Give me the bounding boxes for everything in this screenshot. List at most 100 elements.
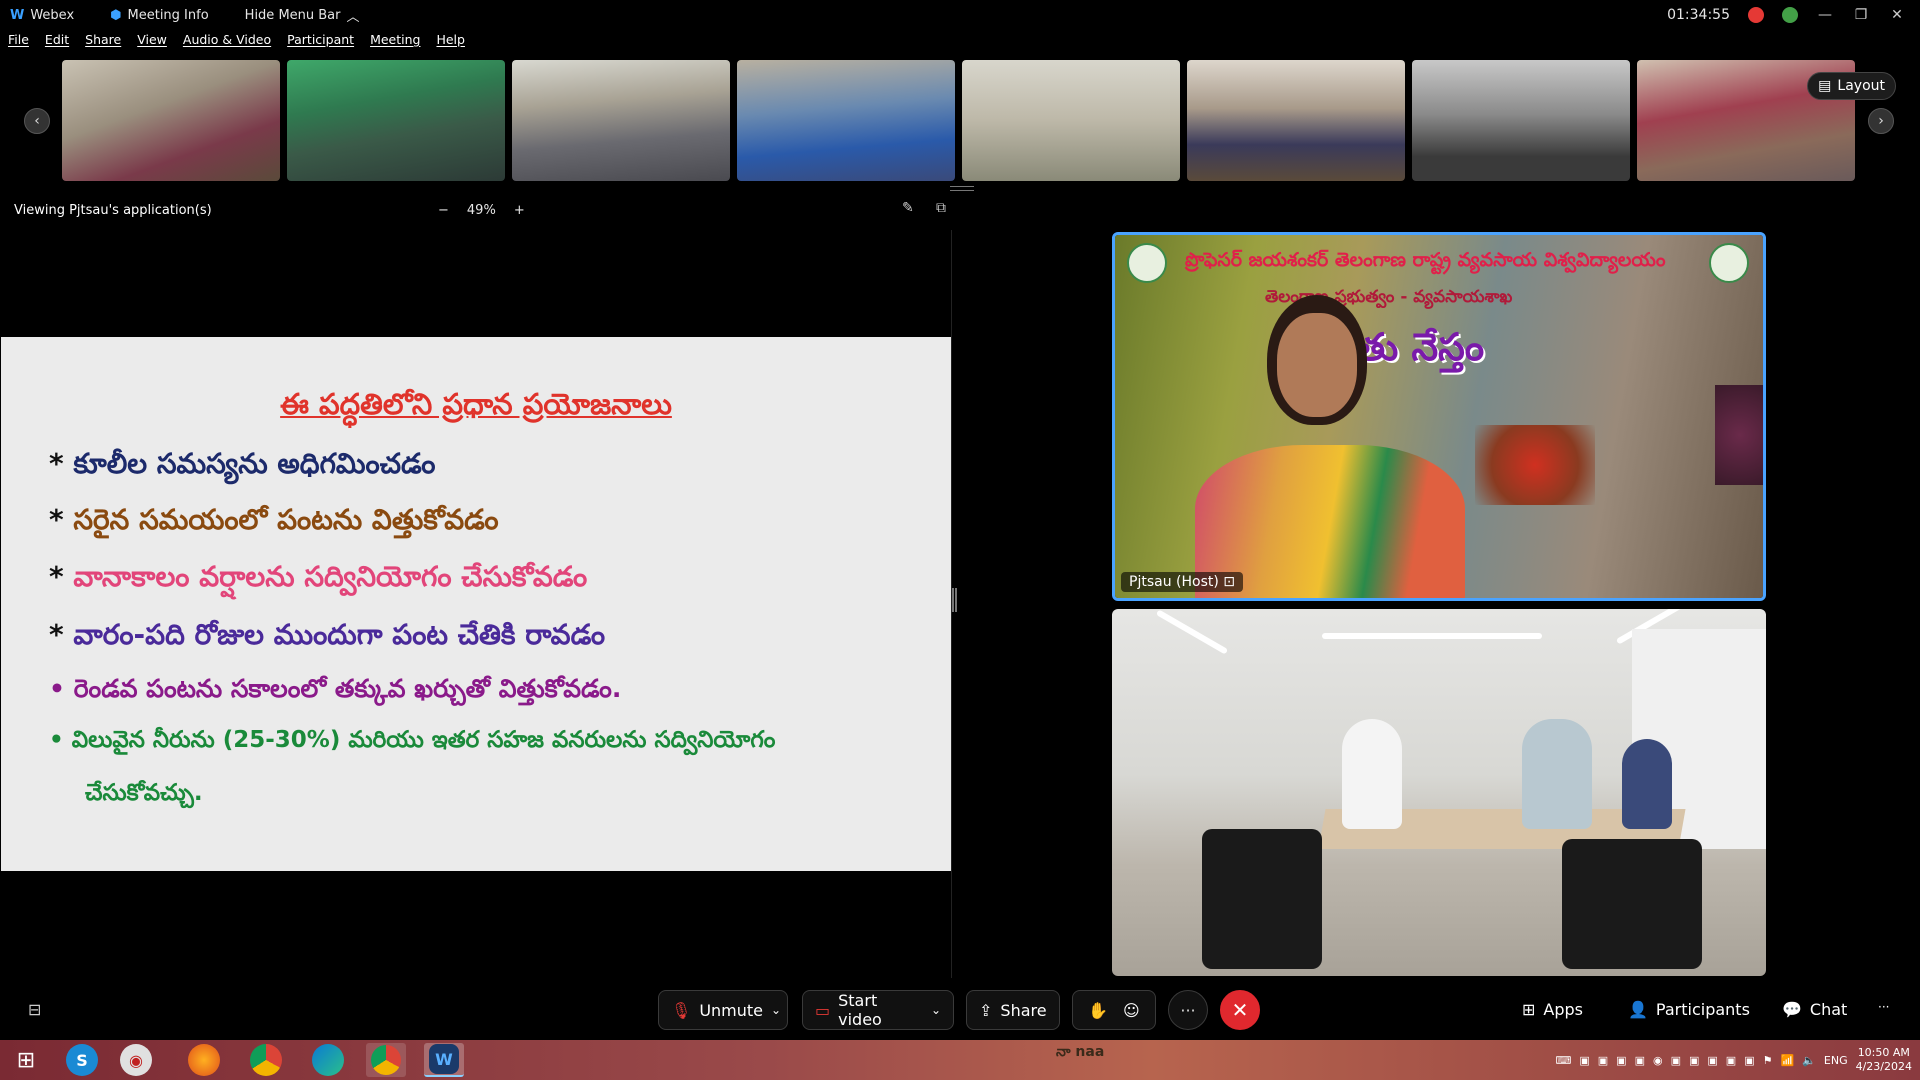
raise-hand-icon[interactable]: ✋: [1088, 1001, 1108, 1020]
meeting-info-button[interactable]: ⬢ Meeting Info: [110, 8, 209, 23]
restore-icon[interactable]: ❐: [1852, 7, 1870, 23]
person: [1622, 739, 1672, 829]
participant-thumbnail[interactable]: [512, 60, 730, 181]
zoom-out-button[interactable]: −: [438, 203, 449, 218]
zoom-controls: − 49% +: [438, 203, 525, 218]
decor: [1475, 425, 1595, 505]
speaker: [1195, 295, 1465, 598]
edge-icon[interactable]: [312, 1044, 344, 1076]
end-meeting-button[interactable]: ✕: [1220, 990, 1260, 1030]
webex-app[interactable]: W Webex: [10, 8, 74, 23]
tray-app-icon[interactable]: ▣: [1689, 1054, 1699, 1067]
network-icon[interactable]: 📶: [1780, 1054, 1794, 1067]
popout-icon[interactable]: ⧉: [936, 200, 946, 216]
menu-edit[interactable]: Edit: [45, 32, 69, 54]
chevron-up-icon: ︿: [346, 9, 360, 25]
reactions-group: ✋ ☺: [1072, 990, 1156, 1030]
windows-start-icon[interactable]: ⊞: [6, 1043, 46, 1077]
clock[interactable]: 10:50 AM 4/23/2024: [1856, 1046, 1912, 1074]
participant-thumbnail[interactable]: [62, 60, 280, 181]
minimize-icon[interactable]: —: [1816, 7, 1834, 23]
flag-icon[interactable]: ⚑: [1763, 1054, 1773, 1067]
shared-content-pane: ఈ పద్ధతిలోని ప్రధాన ప్రయోజనాలు * కూలీల స…: [0, 230, 952, 978]
menu-share[interactable]: Share: [85, 32, 121, 54]
strip-prev-button[interactable]: ‹: [24, 108, 50, 134]
slide-bullet: * వారం-పది రోజుల ముందుగా పంట చేతికి రావడ…: [49, 618, 606, 651]
chat-button[interactable]: 💬 Chat: [1782, 1000, 1847, 1019]
slide-bullet: * సరైన సమయంలో పంటను విత్తుకోవడం: [49, 503, 499, 536]
close-icon[interactable]: ✕: [1888, 7, 1906, 23]
firefox-icon[interactable]: [188, 1044, 220, 1076]
menu-audio-video[interactable]: Audio & Video: [183, 32, 271, 54]
slide-bullet: * వానాకాలం వర్షాలను సద్వినియోగం చేసుకోవడ…: [49, 560, 588, 593]
recording-icon[interactable]: [1748, 7, 1764, 23]
start-video-button[interactable]: ▭ Start video ⌄: [802, 990, 954, 1030]
room-video-tile[interactable]: [1112, 609, 1766, 976]
hide-menu-bar-button[interactable]: Hide Menu Bar ︿: [245, 6, 360, 25]
host-video-tile[interactable]: ప్రొఫెసర్ జయశంకర్ తెలంగాణ రాష్ట్ర వ్యవసా…: [1112, 232, 1766, 601]
reactions-icon[interactable]: ☺: [1123, 1001, 1140, 1020]
zoom-tray-icon[interactable]: ◉: [1653, 1054, 1663, 1067]
strip-next-button[interactable]: ›: [1868, 108, 1894, 134]
app-icon[interactable]: ◉: [120, 1044, 152, 1076]
more-options-button[interactable]: ···: [1168, 990, 1208, 1030]
apps-button[interactable]: ⊞ Apps: [1522, 1000, 1583, 1019]
participant-thumbnail[interactable]: [962, 60, 1180, 181]
menu-file[interactable]: File: [8, 32, 29, 54]
share-icon: ⇪: [979, 1000, 993, 1020]
tray-app-icon[interactable]: ▣: [1616, 1054, 1626, 1067]
screen-share-icon: ⊡: [1223, 574, 1236, 590]
participant-thumbnail-strip: ‹ ▤ Layout ›: [0, 58, 1920, 191]
mic-muted-icon: 🎙: [671, 1000, 692, 1020]
participant-thumbnail[interactable]: [1187, 60, 1405, 181]
government-logo-icon: [1709, 243, 1749, 283]
zoom-in-button[interactable]: +: [514, 203, 525, 218]
person: [1522, 719, 1592, 829]
viewing-label: Viewing Pjtsau's application(s): [14, 202, 212, 218]
tray-app-icon[interactable]: ▣: [1635, 1054, 1645, 1067]
tray-app-icon[interactable]: ▣: [1744, 1054, 1754, 1067]
captions-icon[interactable]: ⊟: [28, 1000, 41, 1019]
chevron-down-icon[interactable]: ⌄: [931, 1003, 941, 1017]
tray-app-icon[interactable]: ▣: [1579, 1054, 1589, 1067]
university-logo-icon: [1127, 243, 1167, 283]
title-bar: W Webex ⬢ Meeting Info Hide Menu Bar ︿ 0…: [0, 0, 1920, 30]
participant-thumbnail[interactable]: [737, 60, 955, 181]
menu-meeting[interactable]: Meeting: [370, 32, 420, 54]
decor: [1715, 385, 1763, 485]
skype-icon[interactable]: S: [66, 1044, 98, 1076]
share-button[interactable]: ⇪ Share: [966, 990, 1060, 1030]
ceiling-light: [1322, 633, 1542, 639]
presentation-slide: ఈ పద్ధతిలోని ప్రధాన ప్రయోజనాలు * కూలీల స…: [1, 337, 951, 871]
menu-view[interactable]: View: [137, 32, 167, 54]
menu-bar: File Edit Share View Audio & Video Parti…: [0, 32, 465, 54]
tray-app-icon[interactable]: ▣: [1598, 1054, 1608, 1067]
participants-button[interactable]: 👤 Participants: [1628, 1000, 1750, 1019]
participant-thumbnail[interactable]: [287, 60, 505, 181]
overflow-button[interactable]: ···: [1878, 1000, 1889, 1014]
menu-participant[interactable]: Participant: [287, 32, 354, 54]
chrome-profile-icon[interactable]: [366, 1043, 406, 1077]
layout-button[interactable]: ▤ Layout: [1807, 72, 1896, 100]
menu-help[interactable]: Help: [436, 32, 465, 54]
avatar[interactable]: [1782, 7, 1798, 23]
chrome-icon[interactable]: [250, 1044, 282, 1076]
language-indicator[interactable]: ENG: [1824, 1054, 1848, 1067]
participant-thumbnail[interactable]: [1412, 60, 1630, 181]
tray-app-icon[interactable]: ▣: [1707, 1054, 1717, 1067]
close-icon: ✕: [1231, 998, 1249, 1022]
volume-icon[interactable]: 🔈: [1802, 1054, 1816, 1067]
video-off-icon: ▭: [815, 1000, 831, 1020]
tray-app-icon[interactable]: ▣: [1726, 1054, 1736, 1067]
webex-taskbar-icon[interactable]: W: [424, 1043, 464, 1077]
banner-line1: ప్రొఫెసర్ జయశంకర్ తెలంగాణ రాష్ట్ర వ్యవసా…: [1185, 249, 1666, 271]
annotate-icon[interactable]: ✎: [902, 200, 914, 216]
host-nameplate: Pjtsau (Host) ⊡: [1121, 572, 1244, 592]
pane-splitter[interactable]: [952, 588, 957, 612]
tray-app-icon[interactable]: ▣: [1671, 1054, 1681, 1067]
resize-handle[interactable]: [950, 186, 974, 191]
chair: [1562, 839, 1702, 969]
unmute-button[interactable]: 🎙 Unmute ⌄: [658, 990, 788, 1030]
keyboard-icon[interactable]: ⌨: [1555, 1054, 1571, 1067]
chevron-down-icon[interactable]: ⌄: [771, 1003, 781, 1017]
